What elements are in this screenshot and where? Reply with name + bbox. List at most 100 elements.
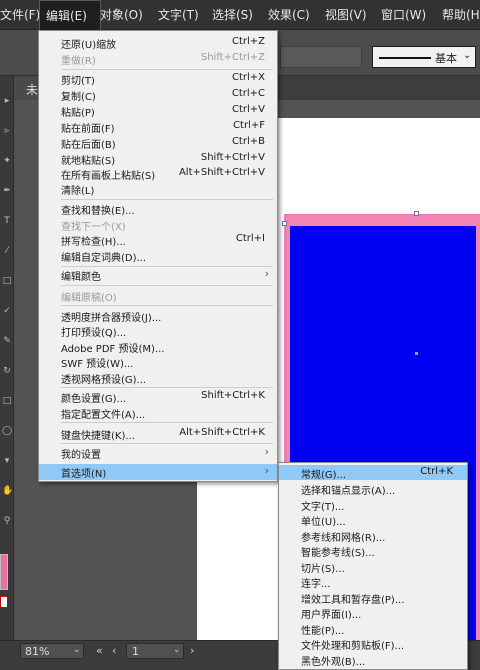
menu-item-label: 粘贴(P) <box>61 108 95 119</box>
stroke-style-dropdown[interactable]: 基本 ⌄ <box>372 46 476 68</box>
menu-edit[interactable]: 编辑(E) <box>39 0 101 31</box>
menu-item-clear[interactable]: 清除(L) <box>39 181 277 197</box>
menu-item-color-settings[interactable]: 颜色设置(G)... Shift+Ctrl+K <box>39 389 277 405</box>
menu-item-assign-profile[interactable]: 指定配置文件(A)... <box>39 405 277 421</box>
menu-item-swf-presets[interactable]: SWF 预设(W)... <box>39 354 277 370</box>
menu-item-copy[interactable]: 复制(C) Ctrl+C <box>39 87 277 103</box>
submenu-item-performance[interactable]: 性能(P)... <box>279 621 467 637</box>
menu-item-perspective-grid-presets[interactable]: 透视网格预设(G)... <box>39 370 277 386</box>
zoom-tool-icon[interactable]: ⚲ <box>2 516 12 526</box>
menu-select[interactable]: 选择(S) <box>212 0 253 30</box>
page-number-field[interactable]: 1 ⌄ <box>126 643 184 659</box>
zoom-level-field[interactable]: 81% ⌄ <box>20 643 84 659</box>
menu-item-label: 在所有画板上粘贴(S) <box>61 171 156 182</box>
menu-item-spell-check[interactable]: 拼写检查(H)... Ctrl+I <box>39 232 277 248</box>
menu-item-my-settings[interactable]: 我的设置 › <box>39 445 277 461</box>
submenu-item-selection-anchor-display[interactable]: 选择和锚点显示(A)... <box>279 481 467 497</box>
pen-tool-icon[interactable]: ✒ <box>2 186 12 196</box>
selection-handle-top-left[interactable] <box>282 221 287 226</box>
menu-type[interactable]: 文字(T) <box>158 0 199 30</box>
menu-item-cut[interactable]: 剪切(T) Ctrl+X <box>39 71 277 87</box>
submenu-item-units[interactable]: 单位(U)... <box>279 512 467 528</box>
selection-tool-icon[interactable]: ▸ <box>2 96 12 106</box>
selection-edge-top <box>285 214 480 215</box>
direct-selection-tool-icon[interactable]: ▹ <box>2 126 12 136</box>
submenu-item-hyphenation[interactable]: 连字... <box>279 574 467 590</box>
menu-item-label: 颜色设置(G)... <box>61 394 127 405</box>
menu-item-label: 就地粘贴(S) <box>61 156 116 167</box>
submenu-item-type[interactable]: 文字(T)... <box>279 497 467 513</box>
menu-effect[interactable]: 效果(C) <box>268 0 310 30</box>
menu-item-label: 用户界面(I)... <box>301 610 362 621</box>
menu-item-keyboard-shortcuts[interactable]: 键盘快捷键(K)... Alt+Shift+Ctrl+K <box>39 426 277 442</box>
menu-item-label: 重做(R) <box>61 56 96 67</box>
fill-color-swatch[interactable] <box>0 554 8 590</box>
menu-item-label: 贴在后面(B) <box>61 140 116 151</box>
menu-item-transparency-flattener-presets[interactable]: 透明度拼合器预设(J)... <box>39 308 277 324</box>
control-bar-field[interactable] <box>280 46 362 68</box>
scale-tool-icon[interactable]: □ <box>2 396 12 406</box>
pencil-tool-icon[interactable]: ✎ <box>2 336 12 346</box>
submenu-item-file-handling-clipboard[interactable]: 文件处理和剪贴板(F)... <box>279 636 467 652</box>
next-page-icon[interactable]: › <box>190 644 194 657</box>
menu-item-label: 连字... <box>301 579 331 590</box>
menu-file[interactable]: 文件(F) <box>0 0 40 30</box>
line-tool-icon[interactable]: ⁄ <box>2 246 12 256</box>
menu-item-paste-on-all-artboards[interactable]: 在所有画板上粘贴(S) Alt+Shift+Ctrl+V <box>39 166 277 182</box>
rectangle-tool-icon[interactable]: □ <box>2 276 12 286</box>
menu-item-paste-in-front[interactable]: 贴在前面(F) Ctrl+F <box>39 119 277 135</box>
type-tool-icon[interactable]: T <box>2 216 12 226</box>
menu-item-shortcut: Ctrl+C <box>231 88 265 99</box>
menu-item-label: 性能(P)... <box>301 626 345 637</box>
menu-separator <box>61 422 273 423</box>
warp-tool-icon[interactable]: ◯ <box>2 426 12 436</box>
menu-item-find-next: 查找下一个(X) <box>39 217 277 233</box>
menu-item-label: 透视网格预设(G)... <box>61 375 147 386</box>
menu-separator <box>61 199 273 200</box>
menu-item-label: 透明度拼合器预设(J)... <box>61 313 162 324</box>
first-page-icon[interactable]: « <box>96 644 103 657</box>
submenu-arrow-icon: › <box>264 445 269 458</box>
menu-item-find-replace[interactable]: 查找和替换(E)... <box>39 201 277 217</box>
menu-item-paste-in-place[interactable]: 就地粘贴(S) Shift+Ctrl+V <box>39 151 277 167</box>
status-text: 文件清关 <box>208 657 257 670</box>
selection-handle-top-center[interactable] <box>414 211 419 216</box>
menu-item-print-presets[interactable]: 打印预设(Q)... <box>39 323 277 339</box>
menu-window[interactable]: 窗口(W) <box>381 0 426 30</box>
menu-item-undo[interactable]: 还原(U)缩放 Ctrl+Z <box>39 35 277 51</box>
menu-item-shortcut: Shift+Ctrl+K <box>201 390 265 401</box>
menu-help[interactable]: 帮助(H) <box>442 0 480 30</box>
menu-item-adobe-pdf-presets[interactable]: Adobe PDF 预设(M)... <box>39 339 277 355</box>
menu-object[interactable]: 对象(O) <box>100 0 143 30</box>
menu-item-preferences[interactable]: 首选项(N) › <box>39 464 277 480</box>
submenu-item-user-interface[interactable]: 用户界面(I)... <box>279 605 467 621</box>
submenu-item-general[interactable]: 常规(G)... Ctrl+K <box>279 465 467 481</box>
menu-view[interactable]: 视图(V) <box>325 0 367 30</box>
stroke-color-swatch[interactable] <box>0 596 8 608</box>
menu-item-redo: 重做(R) Shift+Ctrl+Z <box>39 51 277 67</box>
brush-tool-icon[interactable]: ✓ <box>2 306 12 316</box>
menu-item-shortcut: Shift+Ctrl+V <box>200 152 265 163</box>
menu-item-edit-custom-dictionary[interactable]: 编辑自定词典(D)... <box>39 248 277 264</box>
eyedropper-tool-icon[interactable]: ▾ <box>2 456 12 466</box>
menu-item-label: 文字(T)... <box>301 502 345 513</box>
menu-item-paste[interactable]: 粘贴(P) Ctrl+V <box>39 103 277 119</box>
menu-item-label: 还原(U)缩放 <box>61 40 117 51</box>
submenu-item-smart-guides[interactable]: 智能参考线(S)... <box>279 543 467 559</box>
hand-tool-icon[interactable]: ✋ <box>2 486 13 496</box>
previous-page-icon[interactable]: ‹ <box>112 644 116 657</box>
submenu-item-plugins-scratch-disks[interactable]: 增效工具和暂存盘(P)... <box>279 590 467 606</box>
submenu-item-guides-grid[interactable]: 参考线和网格(R)... <box>279 528 467 544</box>
menu-item-label: SWF 预设(W)... <box>61 359 134 370</box>
menu-item-edit-colors[interactable]: 编辑颜色 › <box>39 267 277 283</box>
magic-wand-tool-icon[interactable]: ✦ <box>2 156 12 166</box>
rotate-tool-icon[interactable]: ↻ <box>2 366 12 376</box>
menu-item-label: 智能参考线(S)... <box>301 548 375 559</box>
submenu-item-slices[interactable]: 切片(S)... <box>279 559 467 575</box>
preferences-submenu: 常规(G)... Ctrl+K 选择和锚点显示(A)... 文字(T)... 单位… <box>278 462 468 670</box>
edit-menu-dropdown: 还原(U)缩放 Ctrl+Z 重做(R) Shift+Ctrl+Z 剪切(T) Ctr… <box>38 30 278 482</box>
menu-item-label: 增效工具和暂存盘(P)... <box>301 595 405 606</box>
menu-item-paste-in-back[interactable]: 贴在后面(B) Ctrl+B <box>39 135 277 151</box>
submenu-item-appearance-of-black[interactable]: 黑色外观(B)... <box>279 652 467 668</box>
menu-item-shortcut: Ctrl+F <box>233 120 265 131</box>
